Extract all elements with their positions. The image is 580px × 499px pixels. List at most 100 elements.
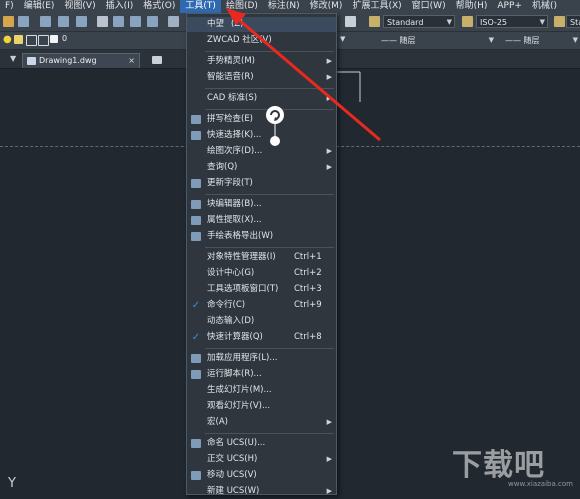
current-layer[interactable]: 0 bbox=[62, 34, 67, 43]
menubar-item-9[interactable]: 扩展工具(X) bbox=[347, 0, 406, 13]
submenu-arrow-icon: ▶ bbox=[326, 57, 332, 65]
menu-item-24[interactable]: 命名 UCS(U)... bbox=[187, 436, 336, 451]
menu-item-label: 设计中心(G) bbox=[207, 268, 255, 278]
menubar-item-13[interactable]: 机械() bbox=[527, 0, 562, 13]
move-ucs-icon bbox=[191, 471, 201, 480]
copy-icon[interactable] bbox=[113, 16, 124, 27]
menu-item-shortcut: Ctrl+1 bbox=[294, 252, 322, 262]
menu-item-16[interactable]: ✓ 命令行(C) Ctrl+9 bbox=[187, 298, 336, 313]
match-properties-icon[interactable] bbox=[147, 16, 158, 27]
menu-item-10[interactable]: 块编辑器(B)... bbox=[187, 197, 336, 212]
save-icon[interactable] bbox=[18, 16, 29, 27]
menubar-item-5[interactable]: 工具(T) bbox=[180, 0, 221, 13]
menu-item-label: 新建 UCS(W) bbox=[207, 486, 260, 496]
menu-item-label: 命名 UCS(U)... bbox=[207, 438, 266, 448]
menu-separator bbox=[205, 247, 334, 248]
linetype-select[interactable]: —— 随层 ▼ bbox=[378, 34, 496, 47]
menubar-item-8[interactable]: 修改(M) bbox=[305, 0, 348, 13]
menu-item-17[interactable]: 动态输入(D) bbox=[187, 314, 336, 329]
menu-item-label: 工具选项板窗口(T) bbox=[207, 284, 279, 294]
watermark-logo: 下载吧 www.xiazaiba.com bbox=[452, 440, 573, 490]
menu-item-label: 更新字段(T) bbox=[207, 178, 253, 188]
menu-item-2[interactable]: 手势精灵(M) ▶ bbox=[187, 54, 336, 69]
menu-item-11[interactable]: 属性提取(X)... bbox=[187, 213, 336, 228]
lineweight-select[interactable]: —— 随层 ▼ bbox=[502, 34, 580, 47]
layer-color-swatch[interactable] bbox=[50, 35, 58, 43]
menu-item-shortcut: Ctrl+8 bbox=[294, 332, 322, 342]
submenu-arrow-icon: ▶ bbox=[326, 94, 332, 102]
publish-icon[interactable] bbox=[76, 16, 87, 27]
menu-item-label: 命令行(C) bbox=[207, 300, 246, 310]
sun-icon[interactable] bbox=[14, 35, 23, 44]
menubar-item-2[interactable]: 视图(V) bbox=[59, 0, 100, 13]
menu-item-label: 属性提取(X)... bbox=[207, 215, 262, 225]
print-icon[interactable] bbox=[40, 16, 51, 27]
quickselect-icon bbox=[191, 131, 201, 140]
submenu-arrow-icon: ▶ bbox=[326, 487, 332, 495]
menu-item-label: 移动 UCS(V) bbox=[207, 470, 257, 480]
menu-item-21[interactable]: 生成幻灯片(M)... bbox=[187, 383, 336, 398]
menubar-item-1[interactable]: 编辑(E) bbox=[19, 0, 60, 13]
menu-item-label: 动态输入(D) bbox=[207, 316, 255, 326]
menu-item-8[interactable]: 查询(Q) ▶ bbox=[187, 160, 336, 175]
menu-separator bbox=[205, 88, 334, 89]
menu-item-27[interactable]: 新建 UCS(W) ▶ bbox=[187, 484, 336, 499]
menubar-item-12[interactable]: APP+ bbox=[492, 0, 527, 13]
lightbulb-icon[interactable]: ● bbox=[3, 34, 12, 45]
chevron-down-icon[interactable]: ▼ bbox=[340, 35, 345, 43]
menu-item-13[interactable]: 对象特性管理器(I) Ctrl+1 bbox=[187, 250, 336, 265]
menu-item-12[interactable]: 手绘表格导出(W) bbox=[187, 229, 336, 244]
menu-item-18[interactable]: ✓ 快速计算器(Q) Ctrl+8 bbox=[187, 330, 336, 345]
menu-item-26[interactable]: 移动 UCS(V) bbox=[187, 468, 336, 483]
menu-item-0[interactable]: 中望 (Z) bbox=[187, 17, 336, 32]
undo-icon[interactable] bbox=[168, 16, 179, 27]
print-preview-icon[interactable] bbox=[58, 16, 69, 27]
menu-item-23[interactable]: 宏(A) ▶ bbox=[187, 415, 336, 430]
frame-icon[interactable] bbox=[38, 35, 49, 46]
menu-item-label: 对象特性管理器(I) bbox=[207, 252, 276, 262]
dim-style-icon bbox=[462, 16, 473, 27]
menu-item-22[interactable]: 观看幻灯片(V)... bbox=[187, 399, 336, 414]
menu-item-3[interactable]: 智能语音(R) ▶ bbox=[187, 70, 336, 85]
menu-item-label: 正交 UCS(H) bbox=[207, 454, 258, 464]
table-style-select[interactable]: Sta bbox=[566, 15, 580, 28]
open-folder-icon[interactable] bbox=[3, 16, 14, 27]
menubar-item-6[interactable]: 绘图(D) bbox=[221, 0, 263, 13]
menu-item-1[interactable]: ZWCAD 社区(V) bbox=[187, 33, 336, 48]
cut-icon[interactable] bbox=[97, 16, 108, 27]
menubar-item-4[interactable]: 格式(O) bbox=[138, 0, 180, 13]
menu-item-label: 手势精灵(M) bbox=[207, 56, 255, 66]
menu-item-9[interactable]: 更新字段(T) bbox=[187, 176, 336, 191]
menubar-item-10[interactable]: 窗口(W) bbox=[407, 0, 451, 13]
menubar-item-0[interactable]: F) bbox=[0, 0, 19, 13]
menu-bar: F) 编辑(E) 视图(V) 插入(I) 格式(O) 工具(T) 绘图(D) 标注(N) 修改(… bbox=[0, 0, 580, 14]
menu-item-label: 观看幻灯片(V)... bbox=[207, 401, 271, 411]
menu-item-label: 绘图次序(D)... bbox=[207, 146, 263, 156]
menu-item-25[interactable]: 正交 UCS(H) ▶ bbox=[187, 452, 336, 467]
menubar-item-11[interactable]: 帮助(H) bbox=[451, 0, 493, 13]
tab-menu-icon[interactable]: ▼ bbox=[10, 54, 16, 63]
menu-item-15[interactable]: 工具选项板窗口(T) Ctrl+3 bbox=[187, 282, 336, 297]
menu-item-suffix: (Z) bbox=[231, 19, 244, 29]
tools-menu: 中望 (Z) ZWCAD 社区(V) 手势精灵(M) ▶ 智能语音(R) ▶ CAD 标准(S… bbox=[186, 13, 337, 496]
menu-item-19[interactable]: 加载应用程序(L)... bbox=[187, 351, 336, 366]
dim-style-select[interactable]: ISO-25 ▼ bbox=[476, 15, 548, 28]
menubar-item-7[interactable]: 标注(N) bbox=[263, 0, 305, 13]
menu-item-14[interactable]: 设计中心(G) Ctrl+2 bbox=[187, 266, 336, 281]
menu-item-label: 快速计算器(Q) bbox=[207, 332, 263, 342]
tab-label: Drawing1.dwg bbox=[39, 56, 97, 65]
new-tab-icon[interactable] bbox=[152, 56, 162, 64]
submenu-arrow-icon: ▶ bbox=[326, 73, 332, 81]
menu-item-20[interactable]: 运行脚本(R)... bbox=[187, 367, 336, 382]
paste-icon[interactable] bbox=[130, 16, 141, 27]
menu-item-label: 运行脚本(R)... bbox=[207, 369, 262, 379]
close-icon[interactable]: × bbox=[128, 54, 135, 67]
check-icon: ✓ bbox=[191, 300, 201, 311]
text-style-select[interactable]: Standard ▼ bbox=[383, 15, 455, 28]
menubar-item-3[interactable]: 插入(I) bbox=[101, 0, 139, 13]
zoom-icon[interactable] bbox=[345, 16, 356, 27]
submenu-arrow-icon: ▶ bbox=[326, 418, 332, 426]
menu-item-label: ZWCAD 社区(V) bbox=[207, 35, 272, 45]
lock-icon[interactable] bbox=[26, 35, 37, 46]
tab-drawing1[interactable]: Drawing1.dwg × bbox=[22, 53, 140, 68]
